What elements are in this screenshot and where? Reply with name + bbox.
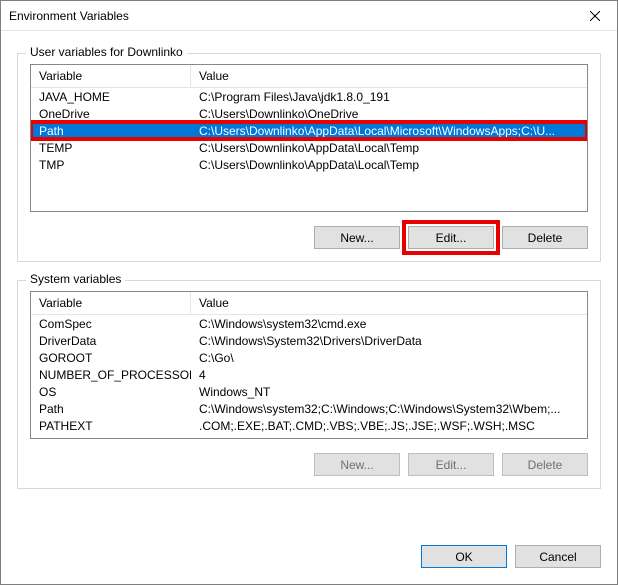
system-variables-group: System variables Variable Value ComSpec … <box>17 280 601 489</box>
cell-variable: DriverData <box>31 334 191 348</box>
system-var-row[interactable]: ComSpec C:\Windows\system32\cmd.exe <box>31 315 587 332</box>
user-variables-list[interactable]: Variable Value JAVA_HOME C:\Program File… <box>30 64 588 212</box>
user-var-row[interactable]: OneDrive C:\Users\Downlinko\OneDrive <box>31 105 587 122</box>
cell-value: C:\Users\Downlinko\AppData\Local\Temp <box>191 141 587 155</box>
user-new-button[interactable]: New... <box>314 226 400 249</box>
environment-variables-dialog: Environment Variables User variables for… <box>0 0 618 585</box>
cell-value: C:\Users\Downlinko\AppData\Local\Temp <box>191 158 587 172</box>
cancel-button[interactable]: Cancel <box>515 545 601 568</box>
system-variables-list[interactable]: Variable Value ComSpec C:\Windows\system… <box>30 291 588 439</box>
user-delete-button[interactable]: Delete <box>502 226 588 249</box>
list-header: Variable Value <box>31 65 587 88</box>
column-value[interactable]: Value <box>191 65 587 87</box>
cell-variable: Path <box>31 124 191 138</box>
cell-value: .COM;.EXE;.BAT;.CMD;.VBS;.VBE;.JS;.JSE;.… <box>191 419 587 433</box>
column-variable[interactable]: Variable <box>31 292 191 314</box>
cell-variable: ComSpec <box>31 317 191 331</box>
cell-value: C:\Program Files\Java\jdk1.8.0_191 <box>191 90 587 104</box>
user-buttons-row: New... Edit... Delete <box>30 226 588 249</box>
cell-value: C:\Users\Downlinko\AppData\Local\Microso… <box>191 124 587 138</box>
system-var-row[interactable]: GOROOT C:\Go\ <box>31 349 587 366</box>
cell-value: C:\Go\ <box>191 351 587 365</box>
cell-variable: OS <box>31 385 191 399</box>
user-var-row[interactable]: TMP C:\Users\Downlinko\AppData\Local\Tem… <box>31 156 587 173</box>
cell-variable: TEMP <box>31 141 191 155</box>
system-var-row[interactable]: DriverData C:\Windows\System32\Drivers\D… <box>31 332 587 349</box>
user-var-row[interactable]: JAVA_HOME C:\Program Files\Java\jdk1.8.0… <box>31 88 587 105</box>
system-group-label: System variables <box>26 272 125 286</box>
dialog-title: Environment Variables <box>9 9 572 23</box>
system-edit-button[interactable]: Edit... <box>408 453 494 476</box>
column-value[interactable]: Value <box>191 292 587 314</box>
cell-variable: NUMBER_OF_PROCESSORS <box>31 368 191 382</box>
cell-value: C:\Windows\system32\cmd.exe <box>191 317 587 331</box>
system-var-row[interactable]: Path C:\Windows\system32;C:\Windows;C:\W… <box>31 400 587 417</box>
cell-value: Windows_NT <box>191 385 587 399</box>
cell-value: C:\Users\Downlinko\OneDrive <box>191 107 587 121</box>
ok-button[interactable]: OK <box>421 545 507 568</box>
dialog-body: User variables for Downlinko Variable Va… <box>1 31 617 531</box>
system-var-row[interactable]: OS Windows_NT <box>31 383 587 400</box>
cell-variable: Path <box>31 402 191 416</box>
cell-variable: JAVA_HOME <box>31 90 191 104</box>
system-new-button[interactable]: New... <box>314 453 400 476</box>
cell-value: C:\Windows\System32\Drivers\DriverData <box>191 334 587 348</box>
column-variable[interactable]: Variable <box>31 65 191 87</box>
cell-value: 4 <box>191 368 587 382</box>
user-variables-group: User variables for Downlinko Variable Va… <box>17 53 601 262</box>
system-var-row[interactable]: PATHEXT .COM;.EXE;.BAT;.CMD;.VBS;.VBE;.J… <box>31 417 587 434</box>
system-var-row[interactable]: NUMBER_OF_PROCESSORS 4 <box>31 366 587 383</box>
user-var-row-selected[interactable]: Path C:\Users\Downlinko\AppData\Local\Mi… <box>31 122 587 139</box>
cell-variable: PATHEXT <box>31 419 191 433</box>
dialog-footer: OK Cancel <box>1 531 617 584</box>
cell-value: C:\Windows\system32;C:\Windows;C:\Window… <box>191 402 587 416</box>
system-buttons-row: New... Edit... Delete <box>30 453 588 476</box>
cell-variable: GOROOT <box>31 351 191 365</box>
list-header: Variable Value <box>31 292 587 315</box>
user-edit-button[interactable]: Edit... <box>408 226 494 249</box>
user-group-label: User variables for Downlinko <box>26 45 187 59</box>
close-button[interactable] <box>572 1 617 30</box>
cell-variable: OneDrive <box>31 107 191 121</box>
system-delete-button[interactable]: Delete <box>502 453 588 476</box>
user-var-row[interactable]: TEMP C:\Users\Downlinko\AppData\Local\Te… <box>31 139 587 156</box>
close-icon <box>590 11 600 21</box>
titlebar: Environment Variables <box>1 1 617 31</box>
cell-variable: TMP <box>31 158 191 172</box>
